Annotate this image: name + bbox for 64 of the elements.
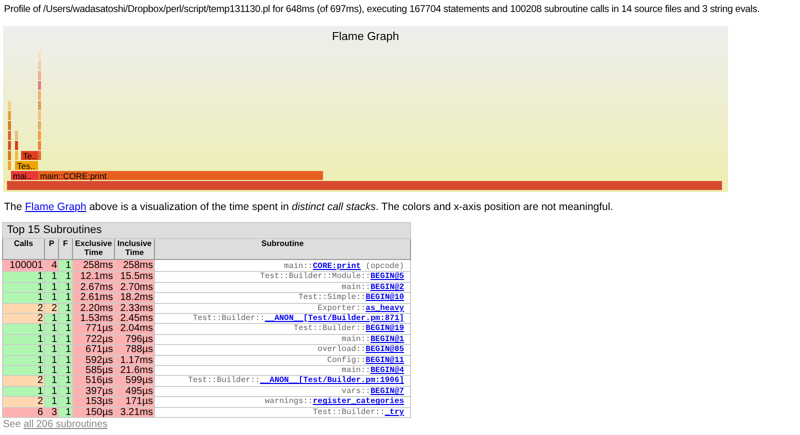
calls-cell: 1 [2, 386, 44, 397]
package-name: Test::Builder:: [312, 408, 385, 417]
calls-cell: 1 [2, 334, 44, 345]
package-name: main:: [342, 334, 370, 344]
subroutine-link[interactable]: __ANON__[Test/Builder.pm:1906] [260, 376, 404, 386]
calls-cell: 1 [2, 272, 44, 282]
column-header: Inclusive Time [114, 238, 154, 260]
package-name: Test::Simple:: [298, 293, 366, 302]
subroutine-link[interactable]: register_categories [312, 397, 404, 406]
subroutine-link[interactable]: BEGIN@4 [370, 366, 404, 376]
flame-frame[interactable]: Tes.. [15, 161, 38, 171]
package-name: Test::Builder:: [192, 314, 265, 324]
column-header: Subroutine [154, 238, 411, 260]
package-name: main:: [284, 262, 313, 271]
package-name: overload:: [318, 345, 366, 354]
subroutine-link[interactable]: BEGIN@2 [370, 282, 404, 292]
column-header: Exclusive Time [72, 238, 114, 260]
calls-cell: 6 [2, 407, 44, 418]
flame-graph-description: The Flame Graph above is a visualization of the time spent in distinct call stacks. The colors and x-axis position are not meaningful. [4, 201, 614, 213]
calls-cell: 2 [2, 314, 44, 324]
column-header: Calls [2, 238, 44, 260]
calls-cell: 2 [2, 396, 44, 408]
calls-cell: 2 [2, 376, 44, 386]
inclusive-time-cell: 258ms [114, 260, 154, 272]
package-name: main:: [342, 366, 370, 376]
flame-frame[interactable]: mai.. [11, 171, 38, 181]
flame-graph-title: Flame Graph [332, 31, 400, 45]
flame-graph-link[interactable]: Flame Graph [25, 201, 86, 213]
subroutine-link[interactable]: BEGIN@19 [366, 324, 404, 334]
flame-frame[interactable]: Te.. [21, 151, 38, 161]
calls-cell: 100001 [2, 260, 44, 272]
subroutine-link[interactable]: BEGIN@1 [370, 334, 404, 344]
calls-cell: 1 [2, 292, 44, 304]
calls-cell: 2 [2, 303, 44, 314]
package-name: warnings:: [264, 397, 313, 406]
package-name: main:: [342, 282, 370, 292]
root-frame[interactable] [7, 181, 722, 190]
subroutine-link[interactable]: CORE:print [312, 262, 361, 271]
calls-cell: 1 [2, 282, 44, 293]
subroutine-link[interactable]: BEGIN@5 [370, 272, 404, 282]
package-name: Test::Builder:: [188, 376, 260, 386]
subroutine-link[interactable]: as_heavy [366, 304, 404, 313]
package-name: Config:: [327, 356, 366, 365]
calls-cell: 1 [2, 324, 44, 334]
calls-cell: 1 [2, 366, 44, 376]
footer-text: See [3, 419, 22, 430]
subroutine-link[interactable]: __ANON__[Test/Builder.pm:871] [264, 314, 404, 324]
all-subroutines-link[interactable]: all 206 subroutines [24, 419, 108, 430]
exclusive-time-cell: 258ms [72, 260, 114, 272]
calls-cell: 1 [2, 344, 44, 356]
subroutine-link[interactable]: BEGIN@10 [366, 293, 404, 302]
package-name: vars:: [342, 386, 370, 396]
subroutine-link[interactable]: _try [384, 408, 404, 417]
profile-summary: Profile of /Users/wadasatoshi/Dropbox/perl/script/temp131130.pl for 648ms (of 697ms), executing 167704 statements and 100208 subroutine calls in 14 source files and 3 string evals. [3, 3, 761, 17]
package-name: Test::Builder:: [294, 324, 366, 334]
flame-frame[interactable]: main::CORE:print [38, 171, 323, 181]
calls-cell: 1 [2, 355, 44, 366]
subroutine-link[interactable]: BEGIN@85 [366, 345, 404, 354]
subroutine-link[interactable]: BEGIN@11 [366, 356, 404, 365]
subroutine-link[interactable]: BEGIN@7 [370, 386, 404, 396]
package-name: Test::Builder::Module:: [260, 272, 370, 282]
subroutine-note: (opcode) [364, 262, 404, 271]
package-name: Exporter:: [318, 304, 366, 313]
table-title: Top 15 Subroutines [2, 222, 411, 238]
